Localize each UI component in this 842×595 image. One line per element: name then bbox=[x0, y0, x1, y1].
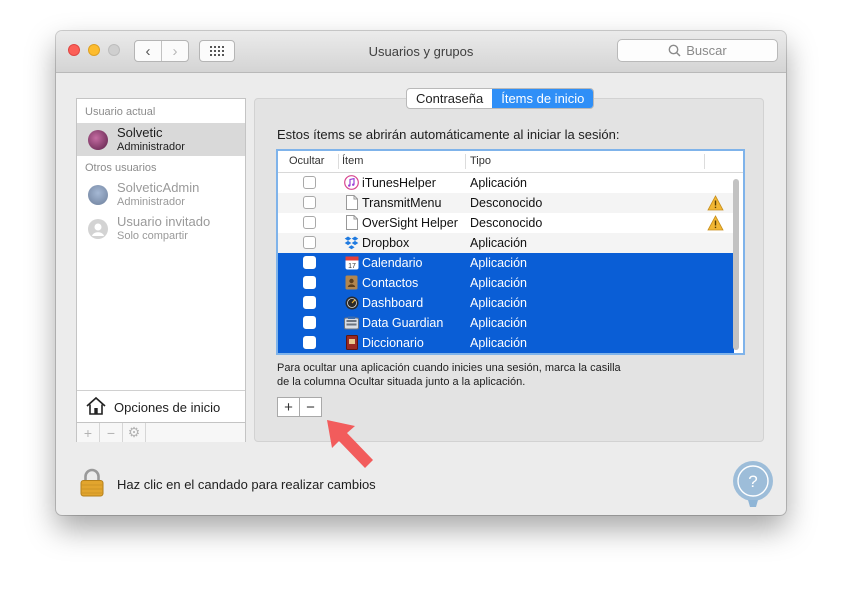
user-role: Solo compartir bbox=[117, 230, 188, 242]
help-badge-icon: ? bbox=[733, 461, 773, 507]
table-header: Ocultar Ítem Tipo bbox=[278, 151, 743, 173]
remove-user-button[interactable]: − bbox=[100, 423, 123, 442]
dictionary-icon bbox=[344, 335, 359, 350]
dropbox-icon bbox=[344, 235, 359, 250]
login-items-hint: Para ocultar una aplicación cuando inici… bbox=[277, 361, 667, 389]
avatar bbox=[88, 185, 108, 205]
hint-line: Para ocultar una aplicación cuando inici… bbox=[277, 362, 621, 374]
search-placeholder: Buscar bbox=[686, 43, 727, 58]
preferences-window: ‹ › Usuarios y grupos Buscar Usuario act… bbox=[56, 31, 786, 515]
svg-text:17: 17 bbox=[348, 263, 356, 270]
login-options-item[interactable]: Opciones de inicio bbox=[77, 390, 245, 423]
user-name: Usuario invitado bbox=[117, 214, 211, 229]
pointer-arrow-annotation bbox=[327, 420, 373, 468]
item-type: Aplicación bbox=[470, 256, 527, 270]
lock-hint: Haz clic en el candado para realizar cam… bbox=[117, 477, 376, 492]
item-type: Aplicación bbox=[470, 336, 527, 350]
search-field[interactable]: Buscar bbox=[617, 39, 778, 62]
warning-icon bbox=[707, 215, 724, 231]
item-name: Dashboard bbox=[362, 296, 424, 310]
lock-icon[interactable] bbox=[80, 468, 104, 497]
item-type: Aplicación bbox=[470, 236, 527, 250]
item-name: Dropbox bbox=[362, 236, 410, 250]
item-name: iTunesHelper bbox=[362, 176, 436, 190]
item-type: Aplicación bbox=[470, 296, 527, 310]
table-row[interactable]: Dashboard Aplicación bbox=[278, 293, 734, 313]
item-type: Desconocido bbox=[470, 216, 543, 230]
remove-login-item-button[interactable]: − bbox=[299, 398, 321, 416]
tab-login-items[interactable]: Ítems de inicio bbox=[492, 89, 594, 108]
document-icon bbox=[344, 215, 359, 230]
table-row[interactable]: Diccionario Aplicación bbox=[278, 333, 734, 353]
users-sidebar: Usuario actual Solvetic Administrador Ot… bbox=[76, 98, 246, 442]
table-row[interactable]: Dropbox Aplicación bbox=[278, 233, 734, 253]
minus-icon: − bbox=[106, 424, 116, 441]
hide-checkbox[interactable] bbox=[303, 276, 316, 289]
contacts-icon bbox=[344, 275, 359, 290]
tab-bar: Contraseña Ítems de inicio bbox=[406, 88, 595, 109]
add-remove-controls: + − bbox=[277, 397, 322, 417]
item-name: OverSight Helper bbox=[362, 216, 458, 230]
gear-icon: ⚙ bbox=[127, 424, 141, 440]
user-role: Administrador bbox=[117, 141, 185, 153]
table-scrollbar[interactable] bbox=[733, 179, 739, 350]
search-icon bbox=[668, 44, 681, 57]
hide-checkbox[interactable] bbox=[303, 256, 316, 269]
data-guardian-icon bbox=[344, 315, 359, 330]
hide-checkbox[interactable] bbox=[303, 336, 316, 349]
table-row[interactable]: Contactos Aplicación bbox=[278, 273, 734, 293]
item-name: TransmitMenu bbox=[362, 196, 442, 210]
user-name: SolveticAdmin bbox=[117, 180, 200, 195]
user-name: Solvetic bbox=[117, 125, 163, 140]
hide-checkbox[interactable] bbox=[303, 316, 316, 329]
item-name: Diccionario bbox=[362, 336, 424, 350]
item-type: Aplicación bbox=[470, 276, 527, 290]
plus-icon: + bbox=[83, 424, 93, 441]
login-items-table: Ocultar Ítem Tipo iTunesHelper Aplicació… bbox=[276, 149, 745, 355]
column-header-hide[interactable]: Ocultar bbox=[289, 155, 324, 167]
svg-text:?: ? bbox=[748, 472, 757, 491]
table-row[interactable]: TransmitMenu Desconocido bbox=[278, 193, 734, 213]
table-row[interactable]: Data Guardian Aplicación bbox=[278, 313, 734, 333]
table-row[interactable]: 17 Calendario Aplicación bbox=[278, 253, 734, 273]
add-login-item-button[interactable]: + bbox=[278, 398, 299, 416]
hide-checkbox[interactable] bbox=[303, 176, 316, 189]
document-icon bbox=[344, 195, 359, 210]
hide-checkbox[interactable] bbox=[303, 216, 316, 229]
item-name: Contactos bbox=[362, 276, 419, 290]
house-icon bbox=[86, 396, 106, 415]
sidebar-toolbar: + − ⚙ bbox=[77, 422, 245, 442]
sidebar-user-solvetic[interactable]: Solvetic Administrador bbox=[77, 123, 245, 156]
sidebar-user-solveticadmin[interactable]: SolveticAdmin Administrador bbox=[77, 178, 245, 211]
tab-password[interactable]: Contraseña bbox=[407, 89, 492, 108]
hide-checkbox[interactable] bbox=[303, 236, 316, 249]
item-type: Aplicación bbox=[470, 176, 527, 190]
table-row[interactable]: iTunesHelper Aplicación bbox=[278, 173, 734, 193]
guest-avatar-icon bbox=[88, 219, 108, 239]
add-user-button[interactable]: + bbox=[77, 423, 100, 442]
hide-checkbox[interactable] bbox=[303, 196, 316, 209]
hint-line: de la columna Ocultar situada junto a la… bbox=[277, 376, 526, 388]
column-header-item[interactable]: Ítem bbox=[342, 155, 363, 167]
user-actions-button[interactable]: ⚙ bbox=[123, 423, 146, 442]
dashboard-icon bbox=[344, 295, 359, 310]
warning-icon bbox=[707, 195, 724, 211]
item-name: Data Guardian bbox=[362, 316, 444, 330]
other-users-header: Otros usuarios bbox=[85, 162, 157, 174]
current-user-header: Usuario actual bbox=[85, 106, 156, 118]
table-row[interactable]: OverSight Helper Desconocido bbox=[278, 213, 734, 233]
itunes-icon bbox=[344, 175, 359, 190]
title-bar: ‹ › Usuarios y grupos Buscar bbox=[56, 31, 786, 73]
avatar bbox=[88, 130, 108, 150]
sidebar-user-guest[interactable]: Usuario invitado Solo compartir bbox=[77, 212, 245, 245]
user-role: Administrador bbox=[117, 196, 185, 208]
item-name: Calendario bbox=[362, 256, 423, 270]
item-type: Aplicación bbox=[470, 316, 527, 330]
hide-checkbox[interactable] bbox=[303, 296, 316, 309]
login-options-label: Opciones de inicio bbox=[114, 400, 221, 415]
calendar-icon: 17 bbox=[344, 255, 359, 270]
column-header-type[interactable]: Tipo bbox=[470, 155, 491, 167]
login-items-description: Estos ítems se abrirán automáticamente a… bbox=[277, 127, 620, 142]
item-type: Desconocido bbox=[470, 196, 543, 210]
